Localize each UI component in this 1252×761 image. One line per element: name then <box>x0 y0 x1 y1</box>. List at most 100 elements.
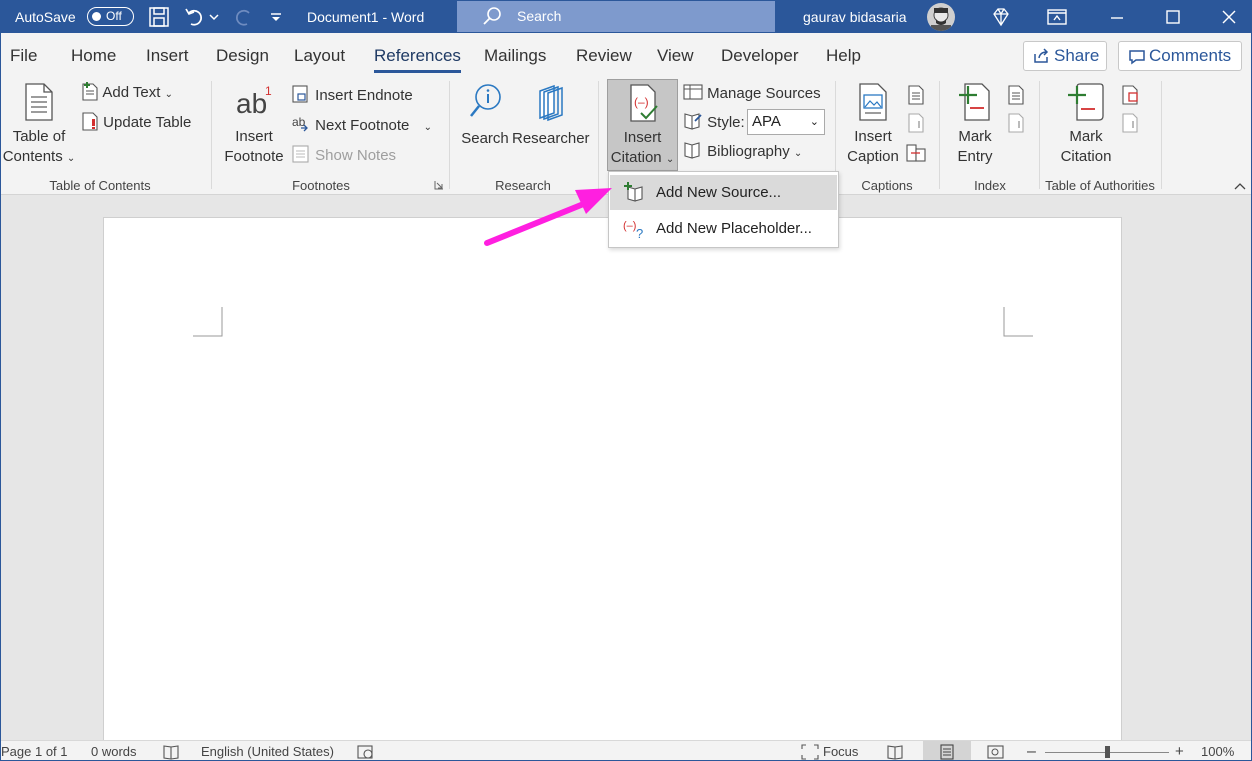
word-count[interactable]: 0 words <box>91 741 137 760</box>
collapse-ribbon-icon[interactable] <box>1233 181 1247 191</box>
group-divider <box>1039 81 1040 189</box>
ribbon-display-icon[interactable] <box>1045 5 1069 29</box>
word-window: AutoSave Off Document1 - Word Search gau… <box>0 0 1252 761</box>
search-box[interactable]: Search <box>457 1 775 32</box>
focus-button[interactable]: Focus <box>823 741 858 760</box>
tab-design[interactable]: Design <box>216 46 269 66</box>
tab-mailings[interactable]: Mailings <box>484 46 546 66</box>
print-layout-button[interactable] <box>923 741 971 760</box>
insert-endnote-icon <box>292 85 308 103</box>
autosave-toggle[interactable]: Off <box>87 7 134 26</box>
insert-caption-icon <box>859 83 887 121</box>
tab-references[interactable]: References <box>374 46 461 73</box>
mark-entry-icon <box>959 83 990 121</box>
tab-help[interactable]: Help <box>826 46 861 66</box>
chevron-down-icon: ⌄ <box>66 153 76 164</box>
svg-text:(–): (–) <box>623 220 636 232</box>
show-notes-icon <box>292 145 309 163</box>
authorities-group-label: Table of Authorities <box>1045 178 1155 193</box>
search-placeholder: Search <box>517 8 562 24</box>
undo-icon[interactable] <box>183 5 207 29</box>
next-footnote-button[interactable]: ab Next Footnote ⌄ <box>291 114 432 136</box>
document-area <box>1 196 1251 757</box>
insert-caption-button[interactable]: Insert Caption <box>841 83 905 167</box>
researcher-button[interactable]: Researcher <box>512 83 590 149</box>
update-table-label: Update Table <box>103 114 192 131</box>
insert-footnote-line2: Footnote <box>224 148 284 165</box>
tab-developer[interactable]: Developer <box>721 46 799 66</box>
insert-table-of-authorities-icon[interactable] <box>1121 85 1139 105</box>
next-footnote-icon: ab <box>292 115 308 132</box>
dialog-launcher-icon[interactable] <box>434 180 444 190</box>
search-button[interactable]: Search <box>459 83 511 149</box>
svg-text:1: 1 <box>265 84 272 98</box>
insert-index-icon[interactable] <box>1007 85 1025 105</box>
comments-button[interactable]: Comments <box>1118 41 1242 71</box>
update-table-of-authorities-icon[interactable] <box>1121 113 1139 133</box>
read-mode-icon[interactable] <box>887 744 905 760</box>
zoom-level[interactable]: 100% <box>1201 741 1234 760</box>
chevron-down-icon: ⌄ <box>793 148 803 159</box>
zoom-out-icon[interactable]: – <box>1027 741 1036 760</box>
tab-insert[interactable]: Insert <box>146 46 189 66</box>
user-name[interactable]: gaurav bidasaria <box>803 1 907 33</box>
zoom-slider-handle[interactable] <box>1105 746 1110 758</box>
cross-reference-icon[interactable] <box>906 143 926 163</box>
tab-view[interactable]: View <box>657 46 694 66</box>
chevron-down-icon[interactable]: ⌄ <box>424 122 432 133</box>
manage-sources-button[interactable]: Manage Sources <box>683 82 821 104</box>
insert-table-of-figures-icon[interactable] <box>907 85 925 105</box>
save-icon[interactable] <box>147 5 171 29</box>
insert-citation-button[interactable]: (–) Insert Citation ⌄ <box>607 79 678 171</box>
undo-dropdown-icon[interactable] <box>207 5 221 29</box>
update-table-of-figures-icon[interactable] <box>907 113 925 133</box>
add-new-source-item[interactable]: Add New Source... <box>610 175 837 210</box>
document-toc-icon <box>25 83 53 121</box>
tab-review[interactable]: Review <box>576 46 632 66</box>
insert-citation-content: (–) Insert Citation ⌄ <box>608 84 677 170</box>
accessibility-icon[interactable] <box>357 744 375 760</box>
show-notes-button[interactable]: Show Notes <box>291 144 396 166</box>
search-label: Search <box>461 130 509 147</box>
index-group-label: Index <box>974 178 1006 193</box>
close-icon[interactable] <box>1217 5 1241 29</box>
toggle-knob <box>92 12 101 21</box>
print-layout-icon <box>940 744 954 760</box>
table-of-contents-button[interactable]: Table of Contents ⌄ <box>1 83 77 169</box>
title-bar: AutoSave Off Document1 - Word Search gau… <box>1 1 1251 33</box>
proofing-book-icon[interactable] <box>163 744 181 760</box>
language-indicator[interactable]: English (United States) <box>201 741 334 760</box>
mark-entry-button[interactable]: Mark Entry <box>947 83 1003 167</box>
insert-endnote-button[interactable]: Insert Endnote <box>291 84 413 106</box>
page-count[interactable]: Page 1 of 1 <box>1 741 68 760</box>
zoom-in-icon[interactable]: + <box>1175 741 1184 760</box>
mark-citation-button[interactable]: Mark Citation <box>1053 83 1119 167</box>
researcher-label: Researcher <box>512 130 590 147</box>
maximize-icon[interactable] <box>1161 5 1185 29</box>
citation-style-select[interactable]: APA ⌄ <box>747 109 825 135</box>
update-table-button[interactable]: Update Table <box>81 111 191 133</box>
insert-footnote-button[interactable]: ab 1 Insert Footnote <box>219 83 289 167</box>
style-book-icon <box>684 113 702 130</box>
document-page[interactable] <box>103 217 1122 757</box>
focus-icon <box>801 744 819 760</box>
avatar[interactable] <box>927 3 955 31</box>
add-new-placeholder-item[interactable]: (–) ? Add New Placeholder... <box>610 211 837 246</box>
customize-toolbar-icon[interactable] <box>267 5 285 29</box>
update-index-icon[interactable] <box>1007 113 1025 133</box>
tab-file[interactable]: File <box>10 46 37 66</box>
mark-citation-icon <box>1068 83 1104 121</box>
footnotes-group-label: Footnotes <box>292 178 350 193</box>
add-text-button[interactable]: Add Text ⌄ <box>81 81 173 103</box>
tab-home[interactable]: Home <box>71 46 116 66</box>
minimize-icon[interactable] <box>1105 5 1129 29</box>
diamond-icon[interactable] <box>989 5 1013 29</box>
chevron-down-icon: ⌄ <box>665 154 675 165</box>
web-layout-icon[interactable] <box>987 744 1005 760</box>
tab-layout[interactable]: Layout <box>294 46 345 66</box>
redo-icon[interactable] <box>231 5 255 29</box>
bibliography-button[interactable]: Bibliography ⌄ <box>683 140 802 162</box>
group-divider <box>598 81 599 189</box>
group-divider <box>211 81 212 189</box>
share-button[interactable]: Share <box>1023 41 1107 71</box>
